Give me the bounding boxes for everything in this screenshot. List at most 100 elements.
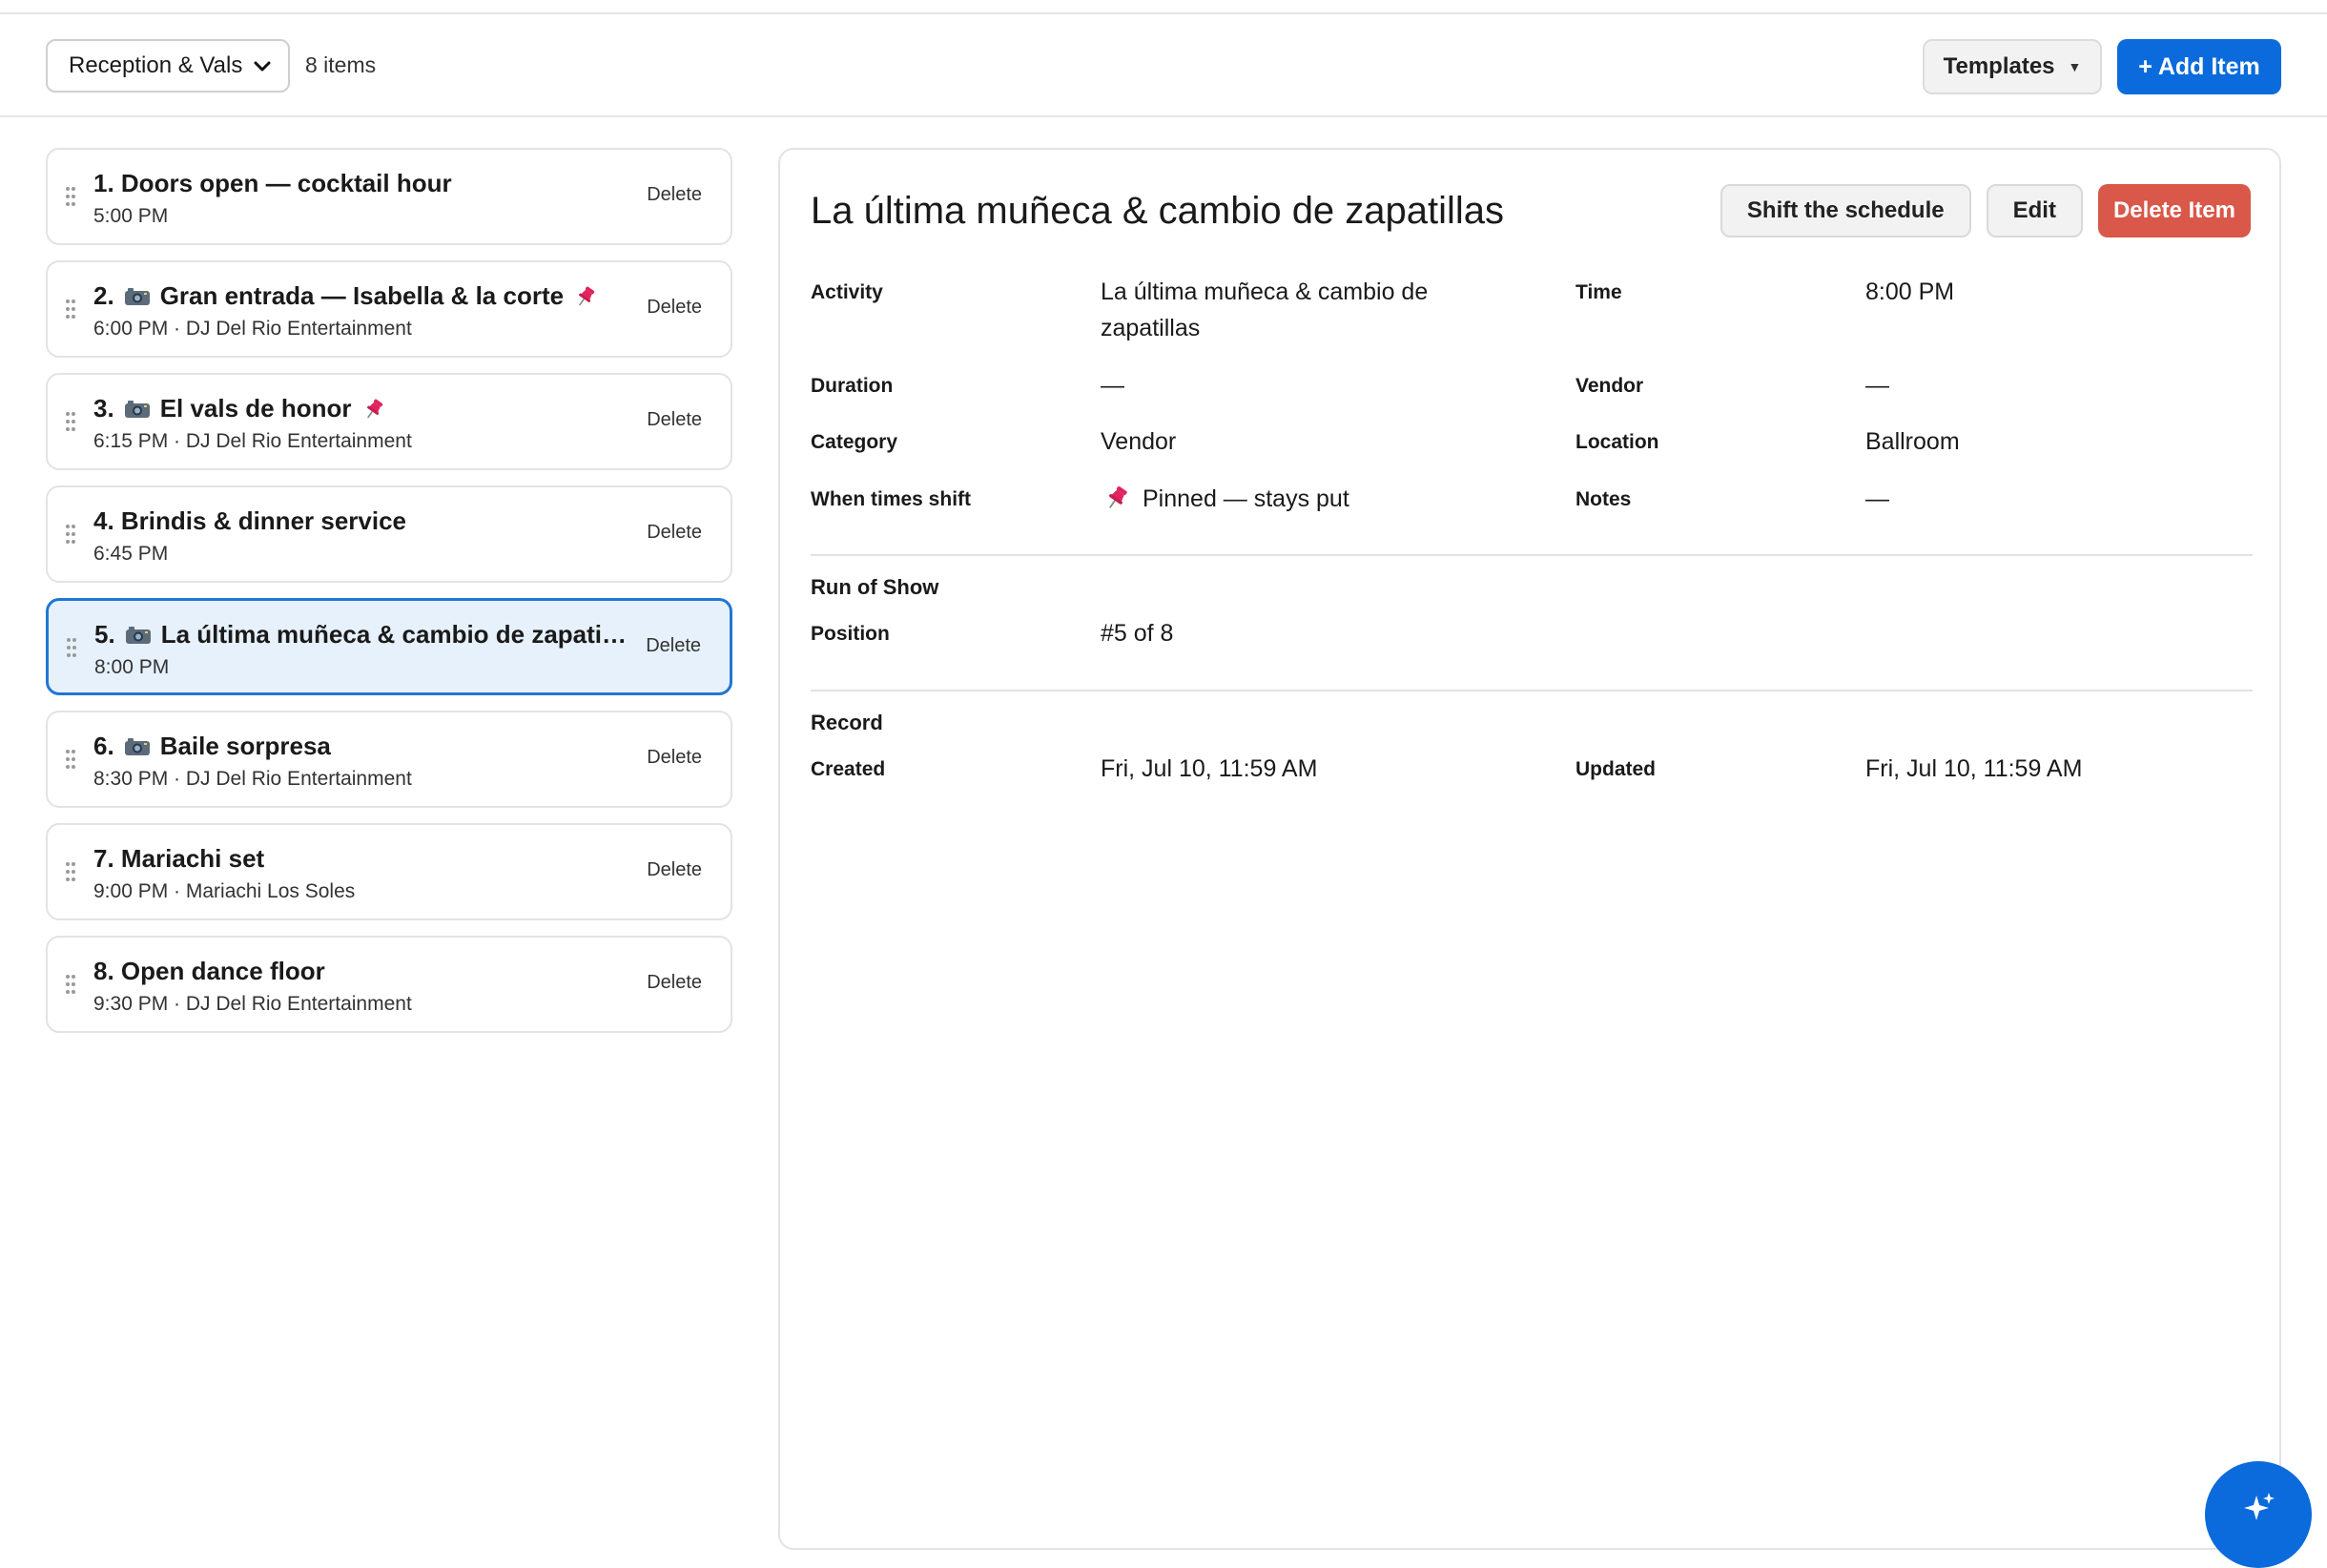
- ai-assistant-button[interactable]: [2205, 1461, 2312, 1568]
- drag-handle-icon[interactable]: [65, 749, 76, 770]
- item-title: 1. Doors open — cocktail hour: [93, 169, 452, 197]
- delete-button[interactable]: Delete: [647, 522, 702, 544]
- created-label: Created: [811, 758, 886, 780]
- activity-value-line2: zapatillas: [1101, 315, 1201, 341]
- item-title-row: 8. Open dance floor: [93, 957, 628, 986]
- when-times-shift-value: Pinned — stays put: [1143, 485, 1349, 512]
- shift-schedule-button[interactable]: Shift the schedule: [1720, 184, 1971, 237]
- updated-value: Fri, Jul 10, 11:59 AM: [1865, 755, 2083, 782]
- updated-label: Updated: [1575, 758, 1656, 780]
- item-title-row: 4. Brindis & dinner service: [93, 506, 628, 536]
- delete-button[interactable]: Delete: [647, 184, 702, 206]
- list-item[interactable]: 6. Baile sorpresa 8:30 PM · DJ Del Rio Ent…: [46, 711, 732, 808]
- delete-button[interactable]: Delete: [647, 972, 702, 994]
- detail-title: La última muñeca & cambio de zapatillas: [811, 190, 1505, 232]
- item-meta: 8:30 PM · DJ Del Rio Entertainment: [93, 768, 412, 790]
- caret-down-icon: ▼: [2068, 59, 2082, 74]
- drag-handle-icon[interactable]: [65, 524, 76, 545]
- item-number: 2.: [93, 281, 114, 310]
- camera-icon: [124, 287, 150, 305]
- list-item[interactable]: 1. Doors open — cocktail hour 5:00 PM Dele…: [46, 148, 732, 245]
- top-divider: [0, 0, 2327, 14]
- delete-button[interactable]: Delete: [647, 747, 702, 769]
- time-value: 8:00 PM: [1865, 279, 1955, 305]
- created-value: Fri, Jul 10, 11:59 AM: [1101, 755, 1318, 782]
- when-times-shift-label: When times shift: [811, 488, 972, 510]
- section-divider: [811, 554, 2253, 556]
- notes-value: —: [1865, 485, 1889, 512]
- drag-handle-icon[interactable]: [65, 861, 76, 882]
- item-meta: 6:15 PM · DJ Del Rio Entertainment: [93, 430, 412, 452]
- event-section-select[interactable]: Reception & Vals: [46, 39, 290, 93]
- list-item[interactable]: 7. Mariachi set 9:00 PM · Mariachi Los So…: [46, 823, 732, 920]
- item-title-row: 2. Gran entrada — Isabella & la corte: [93, 281, 628, 311]
- activity-value-line1: La última muñeca & cambio de: [1101, 279, 1429, 305]
- camera-icon: [124, 737, 150, 755]
- item-number: 5.: [94, 620, 115, 649]
- list-item[interactable]: 2. Gran entrada — Isabella & la corte 6:00…: [46, 260, 732, 358]
- templates-button-label: Templates: [1943, 53, 2055, 79]
- drag-handle-icon[interactable]: [65, 411, 76, 432]
- notes-label: Notes: [1575, 488, 1632, 510]
- toolbar: Reception & Vals 8 items Templates ▼ + A…: [0, 14, 2327, 117]
- camera-icon: [125, 626, 151, 644]
- item-title: Gran entrada — Isabella & la corte: [159, 281, 565, 310]
- section-divider: [811, 690, 2253, 691]
- pin-icon: [579, 286, 595, 305]
- item-meta: 8:00 PM: [94, 656, 170, 678]
- list-item[interactable]: 5. La última muñeca & cambio de zapatil..…: [46, 598, 732, 695]
- vendor-value: —: [1865, 372, 1889, 399]
- item-detail-panel: La última muñeca & cambio de zapatillas …: [778, 148, 2281, 1550]
- detail-actions: Shift the schedule Edit Delete Item: [1720, 184, 2251, 237]
- run-of-show-heading: Run of Show: [811, 575, 939, 599]
- item-title: 8. Open dance floor: [93, 957, 325, 985]
- record-heading: Record: [811, 711, 883, 734]
- duration-label: Duration: [811, 375, 894, 397]
- location-value: Ballroom: [1865, 428, 1960, 455]
- list-item[interactable]: 4. Brindis & dinner service 6:45 PM Delete: [46, 485, 732, 583]
- add-item-button[interactable]: + Add Item: [2117, 39, 2281, 94]
- position-label: Position: [811, 623, 890, 645]
- delete-button[interactable]: Delete: [646, 635, 701, 657]
- item-title-row: 1. Doors open — cocktail hour: [93, 169, 628, 198]
- delete-item-button[interactable]: Delete Item: [2097, 184, 2251, 237]
- item-title-row: 5. La última muñeca & cambio de zapatil..…: [94, 620, 628, 650]
- drag-handle-icon[interactable]: [65, 186, 76, 207]
- vendor-label: Vendor: [1575, 375, 1644, 397]
- event-section-select-value: Reception & Vals: [69, 52, 243, 78]
- item-number: 6.: [93, 732, 114, 760]
- delete-button[interactable]: Delete: [647, 409, 702, 431]
- time-label: Time: [1575, 281, 1622, 303]
- item-title-row: 7. Mariachi set: [93, 844, 628, 874]
- drag-handle-icon[interactable]: [66, 637, 77, 658]
- list-item[interactable]: 3. El vals de honor 6:15 PM · DJ Del Rio E…: [46, 373, 732, 470]
- category-value: Vendor: [1101, 428, 1177, 455]
- delete-button[interactable]: Delete: [647, 297, 702, 319]
- item-title: El vals de honor: [159, 394, 352, 423]
- item-title: 4. Brindis & dinner service: [93, 506, 407, 535]
- item-title-row: 3. El vals de honor: [93, 394, 628, 423]
- item-meta: 5:00 PM: [93, 205, 169, 227]
- camera-icon: [124, 400, 150, 418]
- drag-handle-icon[interactable]: [65, 974, 76, 995]
- edit-button[interactable]: Edit: [1986, 184, 2083, 237]
- delete-button[interactable]: Delete: [647, 859, 702, 881]
- item-meta: 6:00 PM · DJ Del Rio Entertainment: [93, 318, 412, 340]
- item-meta: 9:30 PM · DJ Del Rio Entertainment: [93, 993, 412, 1015]
- chevron-down-icon: [254, 61, 271, 72]
- item-title: Baile sorpresa: [159, 732, 331, 760]
- templates-button[interactable]: Templates ▼: [1923, 39, 2102, 94]
- sparkle-icon: [2244, 1493, 2275, 1520]
- category-label: Category: [811, 431, 898, 453]
- run-of-show-list: 1. Doors open — cocktail hour 5:00 PM Dele…: [46, 148, 732, 1048]
- activity-label: Activity: [811, 281, 883, 303]
- item-count: 8 items: [305, 52, 377, 77]
- pin-icon: [366, 399, 382, 418]
- item-number: 3.: [93, 394, 114, 423]
- list-item[interactable]: 8. Open dance floor 9:30 PM · DJ Del Rio …: [46, 936, 732, 1033]
- drag-handle-icon[interactable]: [65, 299, 76, 320]
- position-value: #5 of 8: [1101, 620, 1174, 647]
- duration-value: —: [1101, 372, 1124, 399]
- item-meta: 6:45 PM: [93, 543, 169, 565]
- item-meta: 9:00 PM · Mariachi Los Soles: [93, 880, 356, 902]
